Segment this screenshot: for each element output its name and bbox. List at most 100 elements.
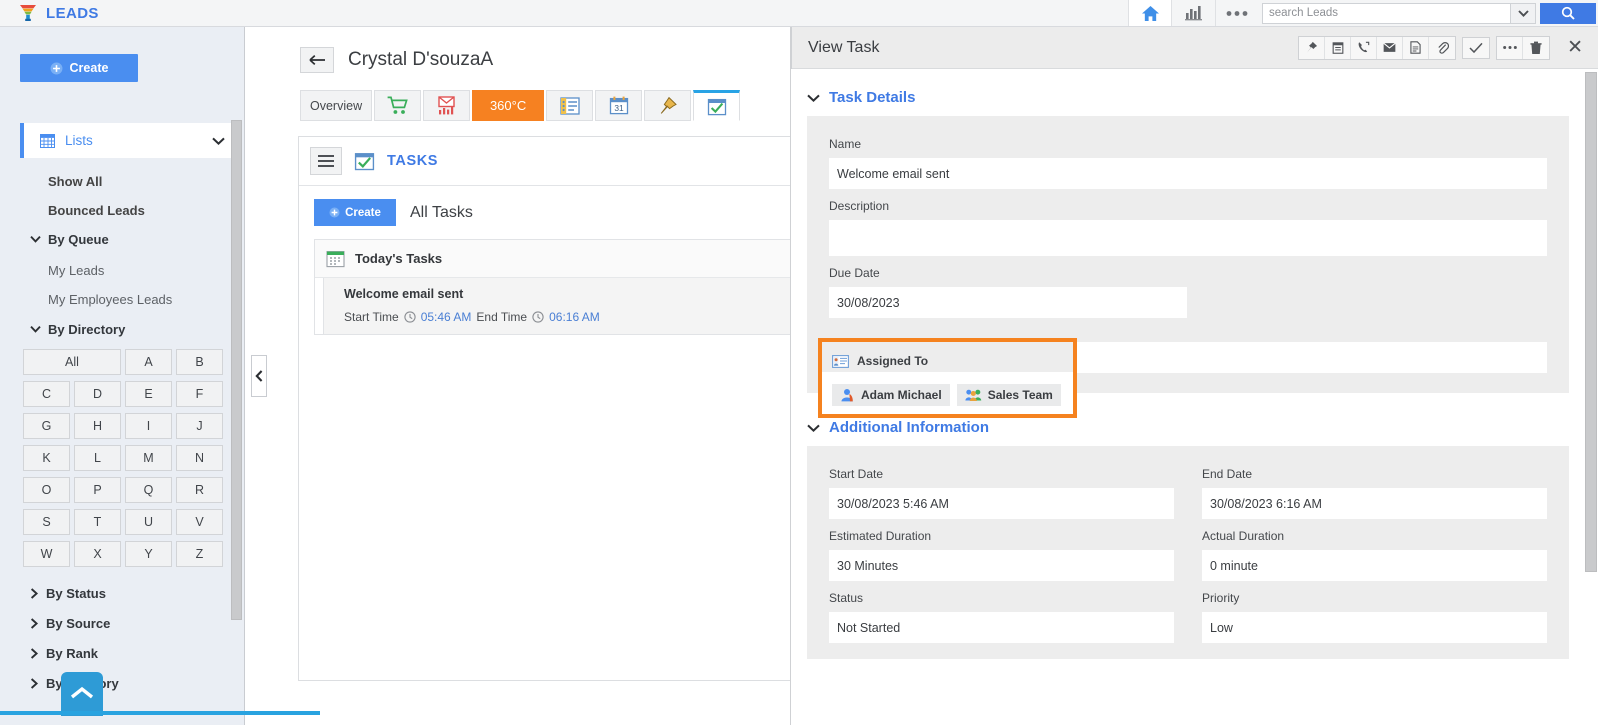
sidebar-item-my-employees-leads[interactable]: My Employees Leads (0, 285, 215, 313)
reports-button[interactable] (1172, 0, 1216, 26)
estimated-duration-label: Estimated Duration (829, 529, 932, 543)
alpha-filter-f[interactable]: F (176, 381, 223, 407)
app-logo[interactable]: LEADS (18, 0, 99, 26)
sidebar-scrollbar[interactable] (231, 120, 242, 620)
directory-alphabet-grid: All A B C D E F G H I J K L M N O P Q R … (23, 349, 223, 567)
alpha-filter-a[interactable]: A (125, 349, 172, 375)
create-button-label: Create (69, 61, 109, 75)
search-button[interactable] (1540, 2, 1596, 24)
alpha-filter-c[interactable]: C (23, 381, 70, 407)
sidebar-item-label: My Employees Leads (48, 291, 173, 307)
alpha-filter-b[interactable]: B (176, 349, 223, 375)
more-options-icon[interactable] (1497, 36, 1524, 59)
global-search (1258, 0, 1598, 26)
alpha-filter-h[interactable]: H (74, 413, 121, 439)
alpha-filter-z[interactable]: Z (176, 541, 223, 567)
alpha-filter-w[interactable]: W (23, 541, 70, 567)
bar-chart-icon (1184, 6, 1202, 21)
alpha-filter-r[interactable]: R (176, 477, 223, 503)
tab-details-form[interactable] (546, 90, 594, 121)
close-icon[interactable]: ✕ (1562, 36, 1588, 59)
sidebar-lists-label: Lists (65, 133, 93, 148)
pin-icon[interactable] (1299, 36, 1326, 59)
alpha-filter-d[interactable]: D (74, 381, 121, 407)
alpha-filter-v[interactable]: V (176, 509, 223, 535)
due-date-label: Due Date (829, 266, 880, 280)
sidebar-group-by-source[interactable]: By Source (0, 609, 215, 637)
actual-duration-field[interactable]: 0 minute (1202, 550, 1547, 581)
sidebar-item-my-leads[interactable]: My Leads (0, 256, 215, 284)
envelope-icon[interactable] (1377, 36, 1404, 59)
svg-text:31: 31 (614, 103, 624, 113)
end-date-field[interactable]: 30/08/2023 6:16 AM (1202, 488, 1547, 519)
tab-campaigns[interactable] (423, 90, 471, 121)
description-field[interactable] (829, 220, 1547, 256)
start-date-field[interactable]: 30/08/2023 5:46 AM (829, 488, 1174, 519)
task-end-label: End Time (476, 310, 528, 324)
sidebar-group-by-rank[interactable]: By Rank (0, 639, 215, 667)
complete-check-icon[interactable] (1462, 36, 1491, 59)
alpha-filter-g[interactable]: G (23, 413, 70, 439)
sidebar-group-by-territory[interactable]: By Territory (0, 669, 215, 697)
app-header: LEADS (0, 0, 1598, 27)
assignee-chip-adam-michael[interactable]: Adam Michael (832, 384, 950, 406)
create-task-button[interactable]: Create (314, 199, 396, 226)
alpha-filter-u[interactable]: U (125, 509, 172, 535)
document-icon[interactable] (1403, 36, 1430, 59)
phone-icon[interactable] (1351, 36, 1378, 59)
back-button[interactable] (300, 47, 334, 73)
note-icon[interactable] (1325, 36, 1352, 59)
tab-calendar[interactable]: 31 (595, 90, 643, 121)
search-scope-dropdown[interactable] (1510, 2, 1536, 24)
home-button[interactable] (1128, 0, 1172, 26)
create-lead-button[interactable]: Create (20, 54, 138, 82)
search-input[interactable] (1262, 2, 1510, 24)
alpha-filter-m[interactable]: M (125, 445, 172, 471)
pin-icon (660, 96, 677, 114)
alpha-filter-i[interactable]: I (125, 413, 172, 439)
alpha-filter-y[interactable]: Y (125, 541, 172, 567)
name-field[interactable]: Welcome email sent (829, 158, 1547, 189)
due-date-field[interactable]: 30/08/2023 (829, 287, 1187, 318)
alpha-filter-q[interactable]: Q (125, 477, 172, 503)
sidebar-group-label: By Directory (48, 321, 126, 337)
alpha-filter-l[interactable]: L (74, 445, 121, 471)
alpha-filter-s[interactable]: S (23, 509, 70, 535)
tab-360-view[interactable]: 360°C (472, 90, 545, 121)
sidebar-item-bounced-leads[interactable]: Bounced Leads (0, 196, 215, 224)
attachment-icon[interactable] (1429, 37, 1455, 59)
calendar-icon (326, 250, 345, 267)
sidebar-item-show-all[interactable]: Show All (0, 167, 215, 195)
alpha-filter-k[interactable]: K (23, 445, 70, 471)
name-label: Name (829, 137, 862, 151)
panel-menu-button[interactable] (310, 147, 342, 175)
assignee-chip-sales-team[interactable]: Sales Team (956, 384, 1061, 406)
tab-overview[interactable]: Overview (300, 90, 373, 121)
scroll-to-top-button[interactable] (61, 672, 103, 716)
sidebar-collapse-handle[interactable] (251, 355, 267, 397)
sidebar-group-by-status[interactable]: By Status (0, 579, 215, 607)
alpha-filter-x[interactable]: X (74, 541, 121, 567)
tab-tasks[interactable] (693, 90, 741, 121)
priority-field[interactable]: Low (1202, 612, 1547, 643)
clock-icon (404, 311, 416, 323)
alpha-filter-p[interactable]: P (74, 477, 121, 503)
status-field[interactable]: Not Started (829, 612, 1174, 643)
tab-notes-pin[interactable] (644, 90, 692, 121)
delete-icon[interactable] (1523, 37, 1549, 59)
alpha-filter-t[interactable]: T (74, 509, 121, 535)
task-panel-scrollbar[interactable] (1585, 72, 1597, 572)
alpha-filter-n[interactable]: N (176, 445, 223, 471)
alpha-filter-all[interactable]: All (23, 349, 121, 375)
chevron-down-icon[interactable] (212, 137, 225, 145)
alpha-filter-o[interactable]: O (23, 477, 70, 503)
task-details-section-header[interactable]: Task Details (791, 69, 1598, 116)
sidebar-group-by-directory[interactable]: By Directory (0, 315, 215, 343)
estimated-duration-field[interactable]: 30 Minutes (829, 550, 1174, 581)
tab-orders[interactable] (374, 90, 422, 121)
alpha-filter-j[interactable]: J (176, 413, 223, 439)
more-menu-button[interactable] (1216, 0, 1258, 26)
alpha-filter-e[interactable]: E (125, 381, 172, 407)
sidebar-item-lists[interactable]: Lists (20, 123, 235, 158)
sidebar-group-by-queue[interactable]: By Queue (0, 225, 215, 253)
